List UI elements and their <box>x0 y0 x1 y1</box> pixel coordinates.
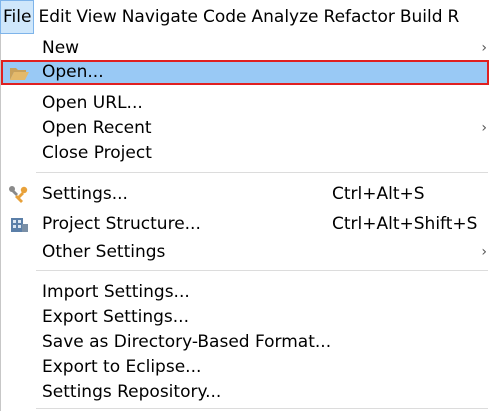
menu-navigate[interactable]: Navigate <box>121 0 199 34</box>
menu-view[interactable]: View <box>75 0 117 34</box>
menu-item-label: Save as Directory-Based Format... <box>42 332 332 352</box>
menu-item-label: Export to Eclipse... <box>42 357 202 377</box>
menu-analyze[interactable]: Analyze <box>251 0 320 34</box>
menu-item-label: Open... <box>42 62 104 82</box>
menu-edit[interactable]: Edit <box>37 0 72 34</box>
menu-item-import-settings[interactable]: Import Settings... <box>1 280 489 305</box>
menu-item-settings[interactable]: Settings... Ctrl+Alt+S <box>1 182 489 207</box>
menu-item-export-settings[interactable]: Export Settings... <box>1 305 489 330</box>
project-structure-icon <box>8 215 30 235</box>
menu-item-label: Project Structure... <box>42 214 201 234</box>
menu-item-label: Settings... <box>42 184 128 204</box>
menu-item-new[interactable]: New › <box>1 36 489 61</box>
menu-item-other-settings[interactable]: Other Settings › <box>1 240 489 265</box>
menu-item-label: Open URL... <box>42 93 143 113</box>
menu-item-label: Close Project <box>42 143 152 163</box>
shortcut-text: Ctrl+Alt+S <box>332 184 425 204</box>
menu-separator <box>36 172 488 173</box>
file-dropdown-menu: New › Open... Open URL... Open Recent › … <box>0 34 489 411</box>
menu-separator <box>36 408 488 409</box>
menu-bar: File Edit View Navigate Code Analyze Ref… <box>0 0 489 34</box>
menu-item-project-structure[interactable]: Project Structure... Ctrl+Alt+Shift+S <box>1 212 489 237</box>
menu-item-label: Import Settings... <box>42 282 190 302</box>
menu-run-partial[interactable]: R <box>447 0 461 34</box>
menu-item-close-project[interactable]: Close Project <box>1 141 489 166</box>
submenu-arrow-icon: › <box>481 120 487 136</box>
menu-item-label: Settings Repository... <box>42 382 222 402</box>
menu-item-export-to-eclipse[interactable]: Export to Eclipse... <box>1 355 489 380</box>
menu-item-label: New <box>42 38 80 58</box>
menu-file[interactable]: File <box>0 0 35 34</box>
menu-item-open[interactable]: Open... <box>1 60 489 85</box>
folder-open-icon <box>8 63 30 83</box>
menu-item-label: Other Settings <box>42 242 166 262</box>
menu-item-open-recent[interactable]: Open Recent › <box>1 116 489 141</box>
menu-item-save-as-directory[interactable]: Save as Directory-Based Format... <box>1 330 489 355</box>
shortcut-text: Ctrl+Alt+Shift+S <box>332 214 478 234</box>
submenu-arrow-icon: › <box>481 244 487 260</box>
menu-separator <box>36 270 488 271</box>
menu-build[interactable]: Build <box>399 0 444 34</box>
menu-item-label: Export Settings... <box>42 307 189 327</box>
menu-code[interactable]: Code <box>202 0 248 34</box>
menu-item-settings-repository[interactable]: Settings Repository... <box>1 380 489 405</box>
menu-refactor[interactable]: Refactor <box>323 0 396 34</box>
wrench-icon <box>8 185 30 205</box>
menu-item-label: Open Recent <box>42 118 152 138</box>
menu-item-open-url[interactable]: Open URL... <box>1 91 489 116</box>
submenu-arrow-icon: › <box>481 40 487 56</box>
